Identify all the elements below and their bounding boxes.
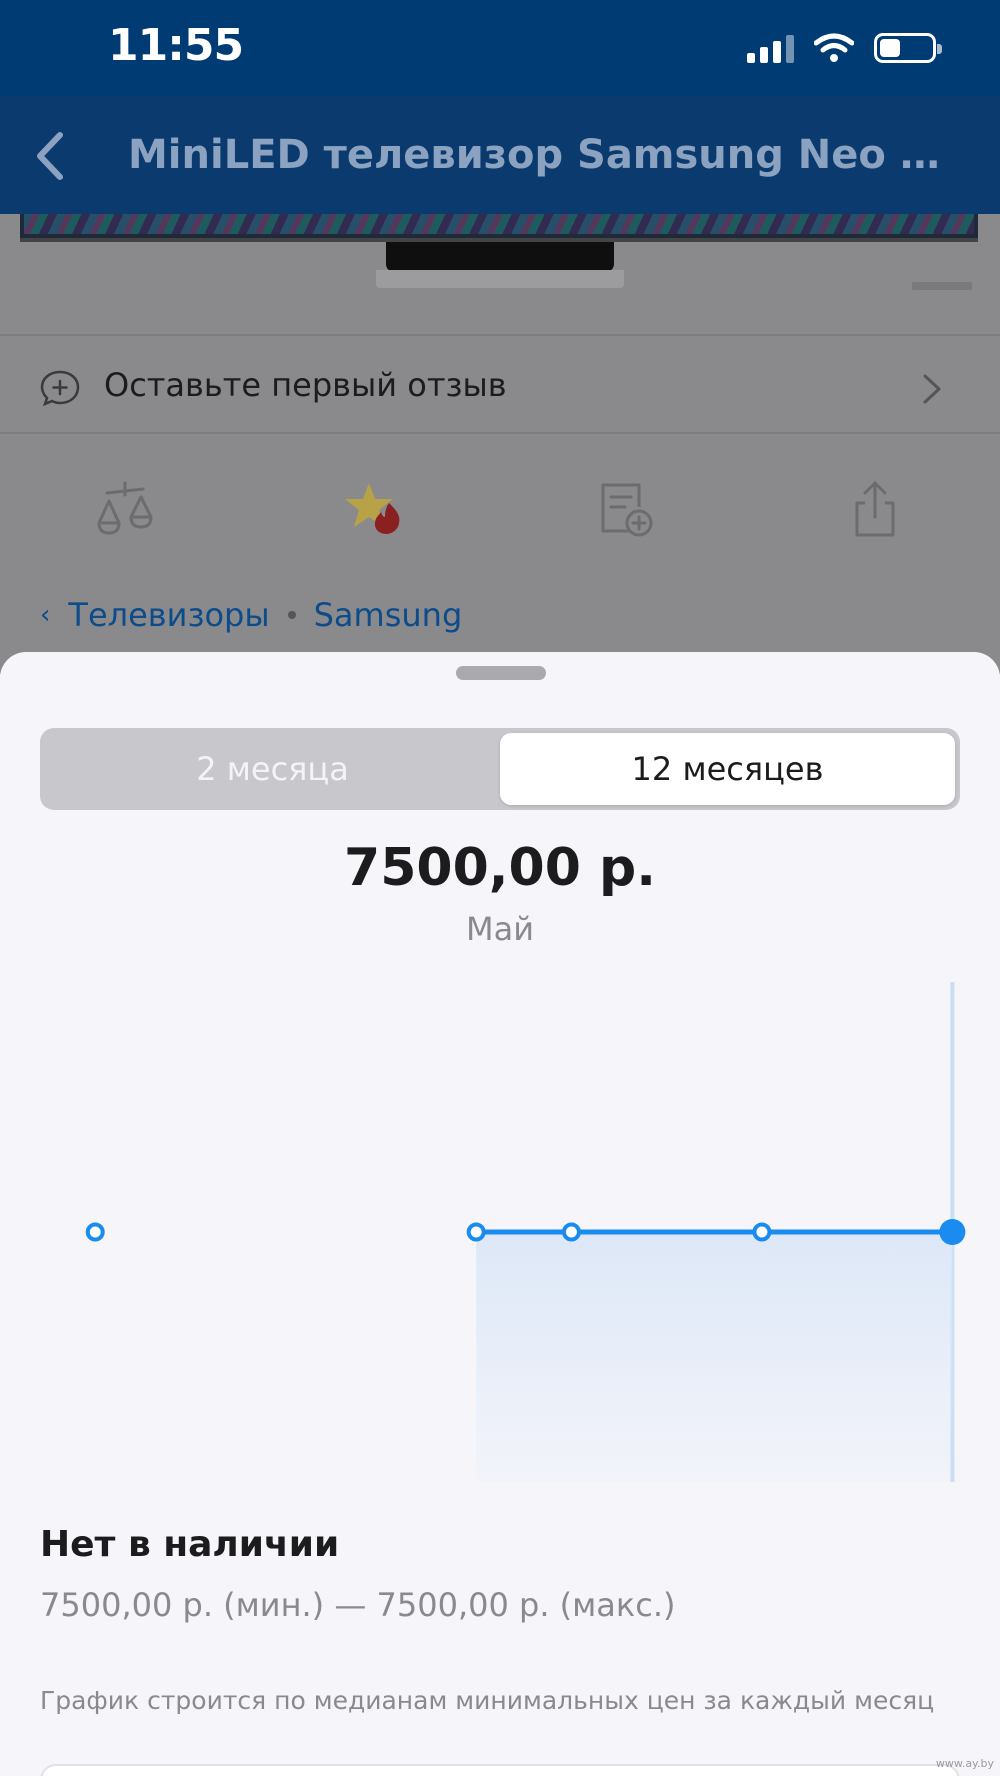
chart-footnote: График строится по медианам минимальных … (40, 1686, 935, 1715)
product-actions (0, 454, 1000, 564)
page-title: MiniLED телевизор Samsung Neo QL... (128, 132, 958, 178)
next-section-card (40, 1764, 960, 1776)
period-segmented-control: 2 месяца 12 месяцев (40, 728, 960, 810)
compare-icon (97, 481, 153, 535)
product-image (20, 214, 978, 242)
status-icons (747, 28, 942, 68)
availability-status: Нет в наличии (40, 1524, 340, 1565)
price-area-fill (476, 1232, 953, 1482)
status-bar: 11:55 (0, 0, 1000, 96)
data-point (466, 1222, 486, 1242)
back-button[interactable] (20, 126, 80, 186)
tab-12-months[interactable]: 12 месяцев (500, 733, 955, 805)
price-history-chart[interactable] (0, 982, 1000, 1482)
selected-data-point (939, 1219, 966, 1245)
cellular-signal-icon (747, 33, 794, 63)
add-note-button[interactable] (500, 454, 750, 564)
price-range: 7500,00 р. (мин.) — 7500,00 р. (макс.) (40, 1586, 676, 1624)
product-image-caption (912, 282, 972, 290)
breadcrumb: ‹ Телевизоры Samsung (40, 596, 462, 634)
navigation-bar: MiniLED телевизор Samsung Neo QL... (0, 96, 1000, 214)
battery-icon (874, 33, 942, 63)
chevron-left-icon: ‹ (40, 600, 51, 630)
add-comment-icon (40, 370, 80, 406)
selected-price: 7500,00 р. (344, 838, 656, 898)
favorite-button[interactable] (250, 454, 500, 564)
wifi-icon (814, 33, 854, 62)
share-button[interactable] (750, 454, 1000, 564)
price-history-sheet: 2 месяца 12 месяцев 7500,00 р. Май Нет в… (0, 652, 1000, 1776)
favorite-icon (345, 483, 400, 534)
chevron-right-icon (923, 374, 941, 404)
watermark: www.ay.by (935, 1757, 994, 1770)
selected-month: Май (465, 910, 534, 948)
sheet-grabber[interactable] (456, 666, 546, 680)
breadcrumb-link-brand[interactable]: Samsung (314, 596, 463, 634)
product-page-background: Оставьте первый отзыв ‹ Телевизоры Samsu… (0, 214, 1000, 674)
chevron-left-icon (37, 132, 63, 180)
compare-button[interactable] (0, 454, 250, 564)
data-point (752, 1222, 772, 1242)
product-image-base (376, 270, 624, 288)
data-point (85, 1222, 105, 1242)
review-prompt: Оставьте первый отзыв (104, 366, 507, 404)
share-icon (855, 481, 895, 537)
data-point (561, 1222, 581, 1242)
tab-2-months[interactable]: 2 месяца (45, 733, 500, 805)
review-row[interactable]: Оставьте первый отзыв (0, 334, 1000, 434)
product-image-stand (386, 242, 614, 272)
add-note-icon (601, 483, 653, 537)
status-time: 11:55 (108, 20, 244, 71)
breadcrumb-separator (287, 611, 296, 619)
breadcrumb-link-tvs[interactable]: Телевизоры (68, 596, 269, 634)
